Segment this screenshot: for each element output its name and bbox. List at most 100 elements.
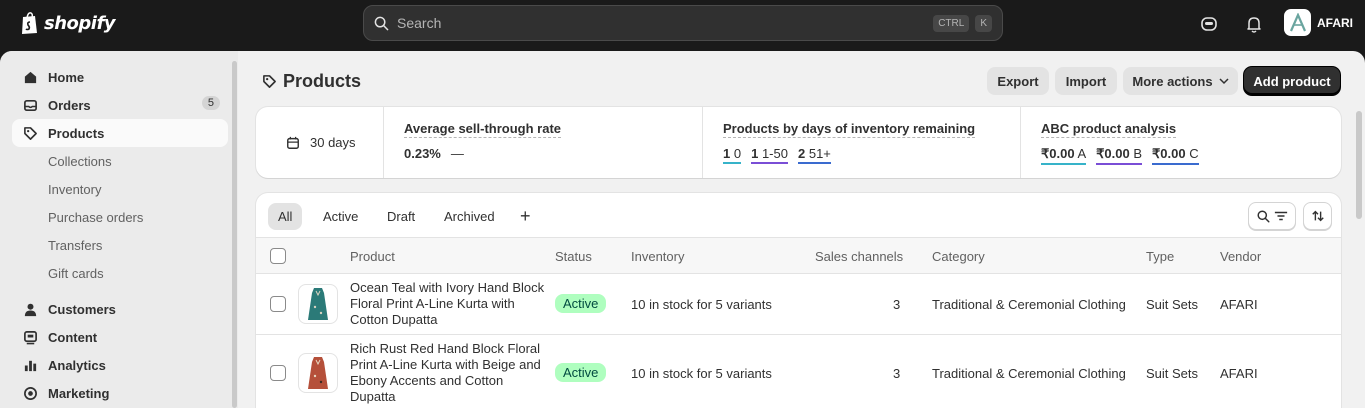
page-scrollbar[interactable] — [1356, 111, 1362, 219]
tab-draft[interactable]: Draft — [377, 203, 425, 230]
logo-text: shopify — [44, 12, 116, 34]
sidebar-item-label: Content — [48, 329, 98, 345]
export-button[interactable]: Export — [987, 67, 1049, 95]
inventory-cell: 10 in stock for 5 variants — [631, 366, 772, 381]
bar-chart-icon — [22, 357, 38, 373]
abc-analysis-values: ₹0.00 A ₹0.00 B ₹0.00 C — [1041, 146, 1199, 165]
sell-through-title[interactable]: Average sell-through rate — [404, 121, 562, 138]
type-cell: Suit Sets — [1146, 297, 1199, 312]
sidebar-scrollbar[interactable] — [232, 61, 237, 408]
divider — [1020, 107, 1021, 178]
abc-segment[interactable]: ₹0.00 A — [1041, 146, 1087, 165]
period-label: 30 days — [310, 135, 356, 150]
search-bar[interactable]: Search CTRL K — [363, 5, 1003, 41]
abc-analysis-title[interactable]: ABC product analysis — [1041, 121, 1177, 138]
column-header-status[interactable]: Status — [555, 249, 592, 264]
sort-button[interactable] — [1303, 202, 1332, 230]
more-actions-label: More actions — [1132, 73, 1213, 89]
inbox-icon — [22, 97, 38, 113]
search-icon — [1256, 209, 1270, 223]
abc-segment[interactable]: ₹0.00 C — [1152, 146, 1199, 165]
avatar — [1284, 9, 1311, 36]
column-header-inventory[interactable]: Inventory — [631, 249, 684, 264]
bell-icon[interactable] — [1244, 14, 1264, 34]
target-icon — [22, 385, 38, 401]
add-product-button[interactable]: Add product — [1244, 67, 1340, 95]
sales-channels-cell: 3 — [893, 297, 901, 312]
row-checkbox[interactable] — [270, 365, 286, 381]
sidebar-item-customers[interactable]: Customers — [12, 295, 228, 323]
sidebar-item-label: Products — [48, 125, 105, 141]
category-cell: Traditional & Ceremonial Clothing — [932, 366, 1126, 381]
chevron-down-icon — [1219, 78, 1229, 85]
inventory-segment[interactable]: 1 1-50 — [751, 146, 788, 164]
column-header-vendor[interactable]: Vendor — [1220, 249, 1261, 264]
abc-segment[interactable]: ₹0.00 B — [1096, 146, 1143, 165]
status-badge: Active — [555, 363, 607, 382]
shopify-logo[interactable]: shopify — [20, 11, 116, 35]
tag-icon — [263, 75, 276, 88]
search-filter-button[interactable] — [1248, 202, 1296, 230]
sell-through-value: 0.23% — — [404, 146, 464, 161]
sidebar-item-label: Home — [48, 69, 85, 85]
sidebar-item-analytics[interactable]: Analytics — [12, 351, 228, 379]
inventory-segment[interactable]: 1 0 — [723, 146, 742, 164]
sidebar-subitem-collections[interactable]: Collections — [48, 154, 112, 169]
import-button[interactable]: Import — [1055, 67, 1117, 95]
kurta-image — [308, 288, 328, 320]
sidebar-item-marketing[interactable]: Marketing — [12, 379, 228, 407]
admin-frame: Home Orders 5 Products Collections Inven… — [0, 51, 1365, 408]
sidebar-item-products[interactable]: Products — [12, 119, 228, 147]
period-selector[interactable]: 30 days — [286, 135, 356, 150]
days-inventory-values: 1 0 1 1-50 2 51+ — [723, 146, 831, 164]
product-thumbnail — [298, 284, 338, 324]
sidebar-subitem-gift-cards[interactable]: Gift cards — [48, 266, 104, 281]
tab-archived[interactable]: Archived — [434, 203, 505, 230]
sidebar-subitem-purchase-orders[interactable]: Purchase orders — [48, 210, 143, 225]
page-title: Products — [262, 71, 361, 92]
column-header-product[interactable]: Product — [350, 249, 395, 264]
sell-through-trend: — — [450, 146, 464, 161]
column-header-category[interactable]: Category — [932, 249, 985, 264]
sidekick-icon[interactable] — [1199, 14, 1219, 34]
table-row[interactable]: Ocean Teal with Ivory Hand Block Floral … — [256, 274, 1341, 335]
analytics-bar: 30 days Average sell-through rate 0.23% … — [256, 107, 1341, 178]
tag-icon — [22, 125, 38, 141]
select-all-checkbox[interactable] — [270, 248, 286, 264]
product-name[interactable]: Rich Rust Red Hand Block Floral Print A-… — [350, 341, 550, 405]
sidebar: Home Orders 5 Products Collections Inven… — [0, 51, 238, 408]
inventory-segment[interactable]: 2 51+ — [797, 146, 831, 164]
status-badge: Active — [555, 294, 607, 313]
sidebar-item-home[interactable]: Home — [12, 63, 228, 91]
search-input[interactable]: Search — [397, 15, 927, 31]
store-menu[interactable]: AFARI — [1284, 9, 1353, 36]
table-row[interactable]: Rich Rust Red Hand Block Floral Print A-… — [256, 335, 1341, 408]
add-view-button[interactable]: + — [510, 203, 541, 230]
column-header-type[interactable]: Type — [1146, 249, 1174, 264]
tab-active[interactable]: Active — [313, 203, 368, 230]
type-cell: Suit Sets — [1146, 366, 1199, 381]
home-icon — [22, 69, 38, 85]
top-bar: shopify Search CTRL K AFARI — [0, 0, 1365, 51]
sidebar-subitem-transfers[interactable]: Transfers — [48, 238, 102, 253]
sell-through-rate: 0.23% — [404, 146, 441, 161]
product-name[interactable]: Ocean Teal with Ivory Hand Block Floral … — [350, 280, 550, 328]
main-content: Products Export Import More actions Add … — [238, 51, 1365, 408]
product-thumbnail — [298, 353, 338, 393]
sidebar-item-label: Orders — [48, 97, 91, 113]
kurta-image — [308, 357, 328, 389]
sidebar-item-orders[interactable]: Orders 5 — [12, 91, 228, 119]
shortcut-key-ctrl: CTRL — [933, 14, 970, 32]
filter-icon — [1274, 211, 1287, 221]
days-inventory-title[interactable]: Products by days of inventory remaining — [723, 121, 976, 138]
calendar-icon — [287, 136, 299, 149]
row-checkbox[interactable] — [270, 296, 286, 312]
column-header-sales-channels[interactable]: Sales channels — [815, 249, 903, 264]
sidebar-subitem-inventory[interactable]: Inventory — [48, 182, 101, 197]
more-actions-button[interactable]: More actions — [1123, 67, 1238, 95]
sidebar-item-label: Marketing — [48, 385, 110, 401]
content-icon — [22, 329, 38, 345]
sidebar-item-content[interactable]: Content — [12, 323, 228, 351]
tab-all[interactable]: All — [268, 203, 303, 230]
shortcut-key-k: K — [975, 14, 992, 32]
